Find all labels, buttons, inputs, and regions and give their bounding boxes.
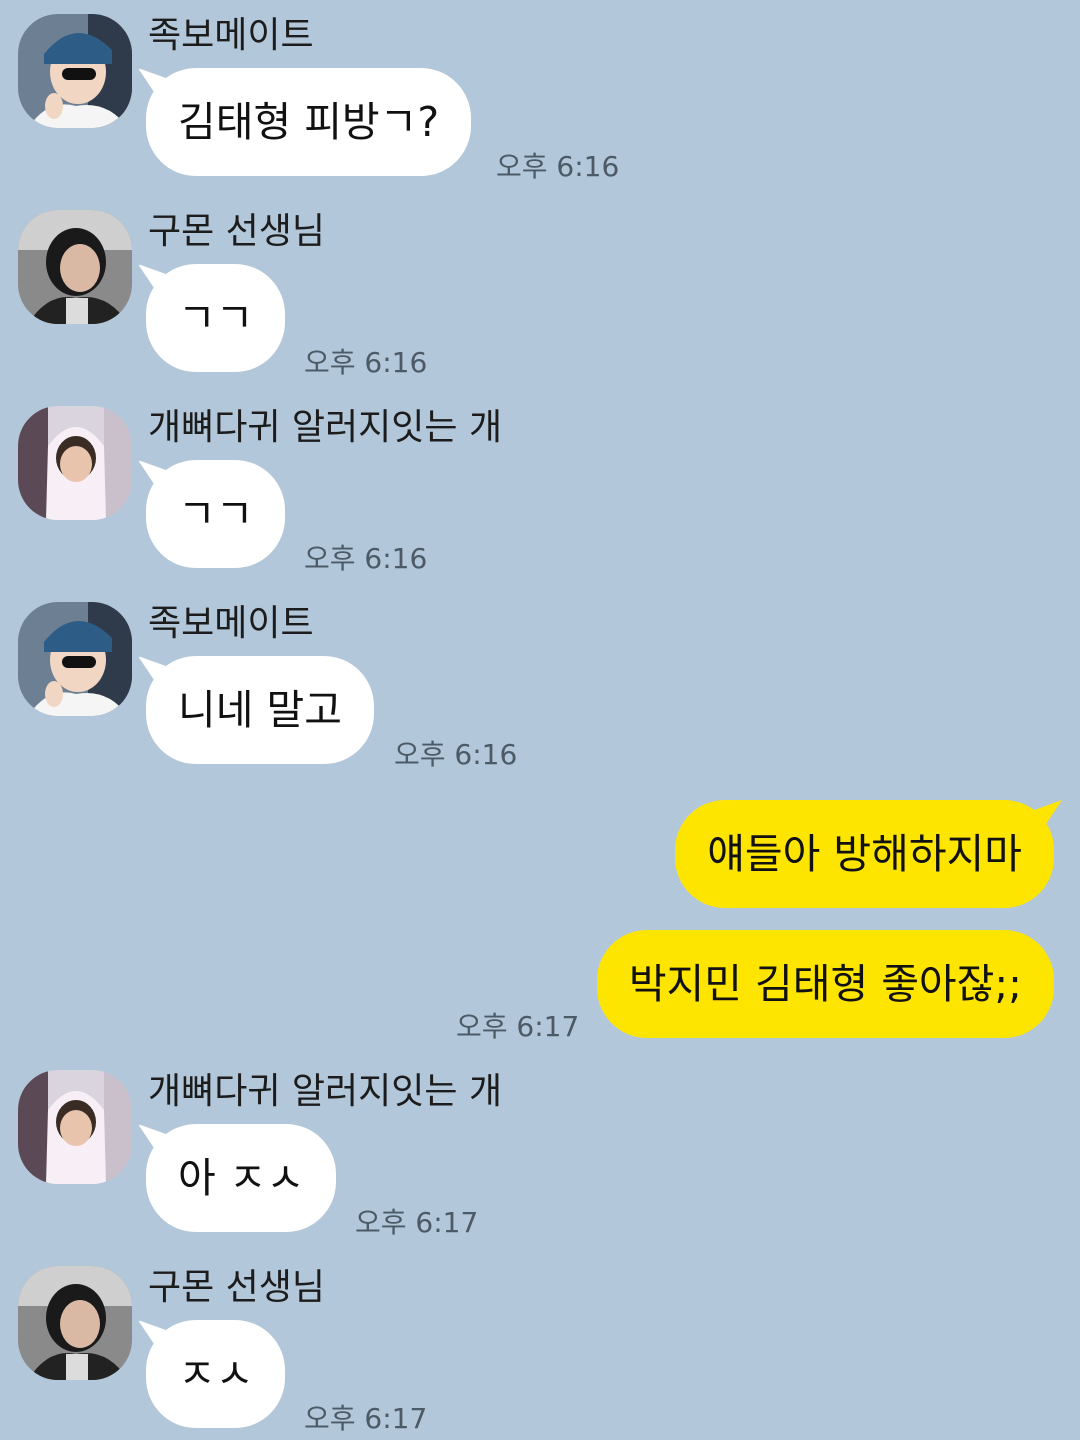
message-bubble[interactable]: ㄱㄱ	[146, 460, 286, 568]
profile-photo-gaeppyeo	[18, 406, 132, 520]
message-time: 오후 6:16	[496, 150, 620, 183]
sender-name: 구몬 선생님	[148, 211, 326, 252]
message-bubble[interactable]: ㄱㄱ	[146, 264, 286, 372]
profile-photo-gumon	[18, 210, 132, 324]
message-bubble[interactable]: 김태형 피방ㄱ?	[146, 68, 472, 176]
message-time: 오후 6:16	[394, 738, 518, 771]
sender-name: 족보메이트	[148, 603, 314, 644]
my-message-bubble[interactable]: 얘들아 방해하지마	[675, 800, 1054, 908]
message-time: 오후 6:16	[304, 542, 428, 575]
message-text: 니네 말고	[178, 686, 342, 734]
profile-photo-jokbomate	[18, 14, 132, 128]
message-text: ㅈㅅ	[178, 1350, 254, 1398]
my-message-bubble[interactable]: 박지민 김태형 좋아잖;;	[596, 930, 1054, 1038]
message-bubble[interactable]: 아 ㅈㅅ	[146, 1124, 337, 1232]
sender-name: 구몬 선생님	[148, 1267, 326, 1308]
message-time: 오후 6:16	[304, 346, 428, 379]
avatar[interactable]	[18, 210, 132, 324]
profile-photo-jokbomate	[18, 602, 132, 716]
avatar[interactable]	[18, 1070, 132, 1184]
avatar[interactable]	[18, 1266, 132, 1380]
message-text: 박지민 김태형 좋아잖;;	[628, 960, 1022, 1008]
sender-name: 족보메이트	[148, 15, 314, 56]
message-bubble[interactable]: ㅈㅅ	[146, 1320, 286, 1428]
message-text: 아 ㅈㅅ	[178, 1154, 305, 1202]
message-text: 얘들아 방해하지마	[707, 830, 1022, 878]
profile-photo-gumon	[18, 1266, 132, 1380]
avatar[interactable]	[18, 14, 132, 128]
message-bubble[interactable]: 니네 말고	[146, 656, 374, 764]
avatar[interactable]	[18, 602, 132, 716]
sender-name: 개뼈다귀 알러지잇는 개	[148, 1071, 503, 1112]
avatar[interactable]	[18, 406, 132, 520]
message-text: ㄱㄱ	[178, 294, 254, 342]
sender-name: 개뼈다귀 알러지잇는 개	[148, 407, 503, 448]
message-time: 오후 6:17	[456, 1010, 580, 1043]
message-time: 오후 6:17	[304, 1402, 428, 1435]
message-text: 김태형 피방ㄱ?	[178, 98, 440, 146]
message-time: 오후 6:17	[355, 1206, 479, 1239]
message-text: ㄱㄱ	[178, 490, 254, 538]
profile-photo-gaeppyeo	[18, 1070, 132, 1184]
